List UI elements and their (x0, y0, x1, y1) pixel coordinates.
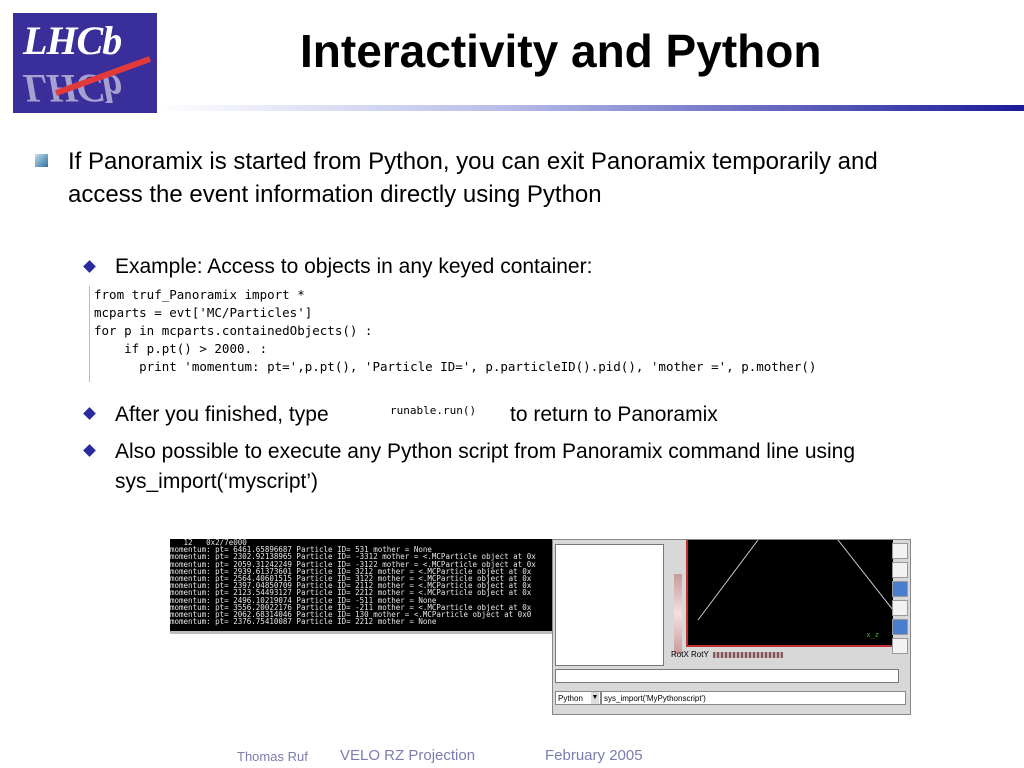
command-input[interactable]: sys_import('MyPythonscript') (601, 691, 906, 705)
eye-icon[interactable] (892, 638, 908, 654)
sub-bullet-return: After you finished, type (115, 400, 329, 430)
slide-title: Interactivity and Python (300, 25, 822, 77)
axis-label: x_z (866, 631, 879, 639)
code-line-5: print 'momentum: pt=',p.pt(), 'Particle … (94, 359, 817, 374)
footer-date: February 2005 (545, 747, 643, 764)
footer-topic: VELO RZ Projection (340, 747, 476, 764)
info-icon[interactable] (892, 581, 908, 597)
bullet-square-icon (35, 154, 48, 167)
viewer-lines (697, 540, 893, 621)
terminal-text: 12 0x2/7e000 momentum: pt= 6461.65896687… (170, 539, 536, 627)
home-icon[interactable] (892, 600, 908, 616)
tree-list-panel[interactable] (555, 544, 664, 666)
lhcb-logo: LHCb LHCb (13, 13, 157, 113)
vertical-dial[interactable] (674, 574, 682, 654)
bullet-diamond-icon (83, 444, 96, 457)
bullet-diamond-icon (83, 260, 96, 273)
bullet-diamond-icon (83, 407, 96, 420)
rotation-dials[interactable]: RotX RotY (671, 650, 783, 659)
viewer-3d[interactable]: x_z (686, 540, 893, 647)
return-text-after: to return to Panoramix (510, 403, 718, 426)
inline-code-run: runable.run() (390, 404, 477, 417)
hand-icon[interactable] (892, 562, 908, 578)
logo-text: LHCb (23, 18, 122, 63)
terminal-border (170, 631, 555, 634)
language-value: Python (558, 694, 583, 703)
chevron-down-icon[interactable]: ▼ (591, 692, 599, 704)
sub-bullet-sys-import: Also possible to execute any Python scri… (115, 440, 856, 493)
bullet-main-text: If Panoramix is started from Python, you… (68, 148, 878, 208)
command-line: Python ▼ sys_import('MyPythonscript') (555, 691, 906, 707)
sub-bullet-example: Example: Access to objects in any keyed … (115, 255, 593, 278)
footer-author: Thomas Ruf (237, 749, 308, 764)
code-line-1: from truf_Panoramix import * (94, 287, 305, 302)
code-line-4: if p.pt() > 2000. : (94, 341, 268, 356)
code-line-2: mcparts = evt['MC/Particles'] (94, 305, 313, 320)
rotation-wheel[interactable] (712, 651, 783, 658)
rotation-label: RotX RotY (671, 650, 709, 659)
pick-arrow-icon[interactable] (892, 543, 908, 559)
code-line-3: for p in mcparts.containedObjects() : (94, 323, 373, 338)
view-all-icon[interactable] (892, 619, 908, 635)
title-rule (157, 105, 1024, 111)
code-snippet: from truf_Panoramix import * mcparts = e… (89, 286, 924, 382)
return-text-before: After you finished, type (115, 403, 329, 426)
panoramix-window: x_z RotX RotY Python ▼ sys_import('MyPyt… (552, 539, 911, 715)
output-field[interactable] (555, 669, 899, 683)
viewer-toolbar (891, 540, 908, 660)
terminal-output: 12 0x2/7e000 momentum: pt= 6461.65896687… (170, 539, 555, 631)
